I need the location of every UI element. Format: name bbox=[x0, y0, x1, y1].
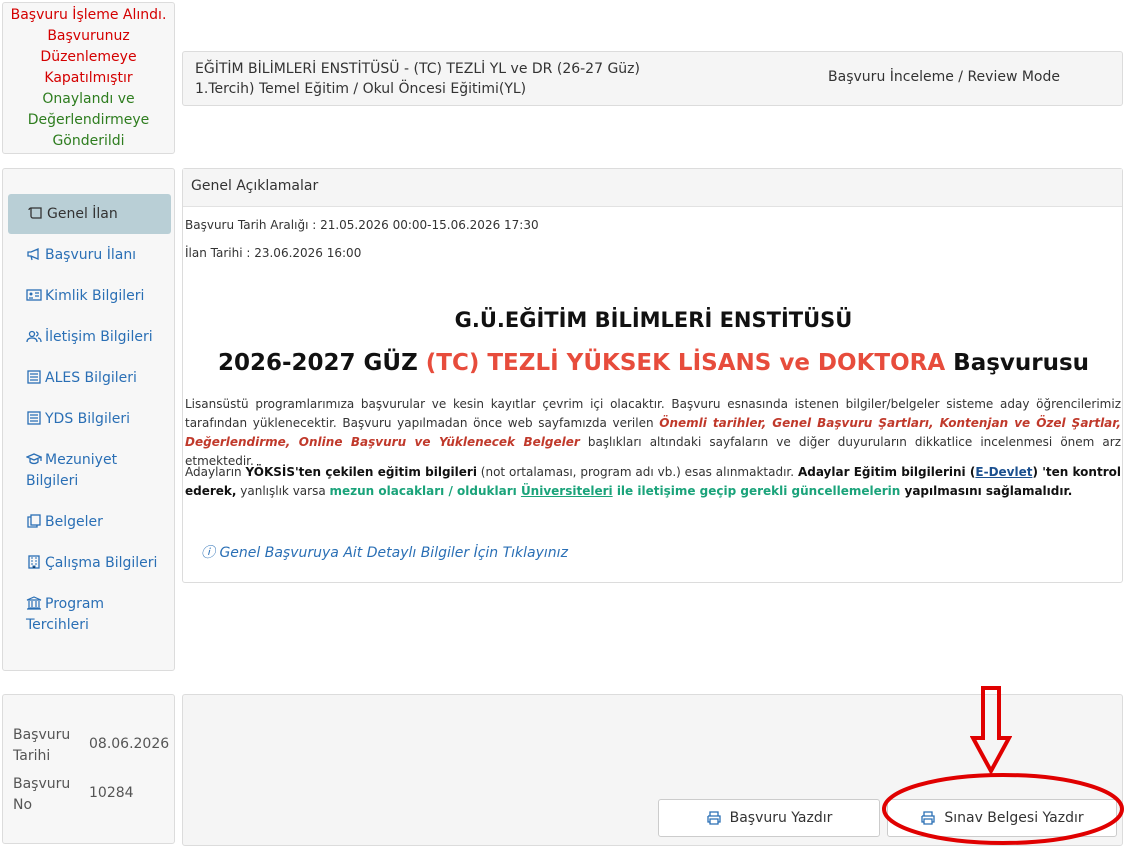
program-header: EĞİTİM BİLİMLERİ ENSTİTÜSÜ - (TC) TEZLİ … bbox=[182, 51, 1123, 106]
status-line: Onaylandı ve bbox=[42, 91, 135, 107]
text: yanlışlık varsa bbox=[236, 484, 330, 498]
title-part: Başvurusu bbox=[945, 350, 1090, 376]
application-no-value: 10284 bbox=[89, 785, 134, 801]
sidebar-item-label: Çalışma Bilgileri bbox=[45, 555, 158, 571]
sidebar-item-label-cont: Bilgileri bbox=[26, 473, 79, 489]
general-announcement-panel: Genel Açıklamalar Başvuru Tarih Aralığı … bbox=[182, 168, 1123, 583]
sidebar-item-label: Program bbox=[45, 596, 105, 612]
graduation-cap-icon bbox=[25, 452, 43, 466]
contacts-icon bbox=[26, 329, 42, 343]
title-part-highlight: (TC) TEZLİ YÜKSEK LİSANS ve DOKTORA bbox=[425, 350, 946, 376]
application-info-box: Başvuru Tarihi 08.06.2026 Başvuru No 102… bbox=[2, 694, 175, 844]
teal-text: mezun olacakları / oldukları bbox=[329, 484, 521, 498]
print-application-button[interactable]: Başvuru Yazdır bbox=[658, 799, 880, 837]
sidebar-item-iletisim[interactable]: İletişim Bilgileri bbox=[8, 327, 171, 348]
application-no-label: Başvuru No bbox=[13, 776, 71, 813]
sidebar-item-label: İletişim Bilgileri bbox=[45, 329, 153, 345]
detailed-info-link[interactable]: ⓘ Genel Başvuruya Ait Detaylı Bilgiler İ… bbox=[201, 542, 568, 562]
sidebar-item-label-cont: Tercihleri bbox=[26, 617, 89, 633]
title-part: 2026-2027 GÜZ bbox=[217, 350, 426, 376]
sidebar-item-label: Başvuru İlanı bbox=[45, 247, 137, 263]
application-date-range: Başvuru Tarih Aralığı : 21.05.2026 00:00… bbox=[185, 218, 539, 232]
status-line: Düzenlemeye bbox=[40, 49, 137, 65]
megaphone-icon bbox=[26, 247, 42, 261]
annotation-highlight-ellipse bbox=[882, 773, 1124, 845]
sidebar-item-label: Mezuniyet bbox=[45, 452, 118, 468]
program-title: EĞİTİM BİLİMLERİ ENSTİTÜSÜ - (TC) TEZLİ … bbox=[195, 61, 640, 77]
sidebar-item-calisma[interactable]: Çalışma Bilgileri bbox=[8, 553, 171, 574]
application-status-box: Başvuru İşleme Alındı. Başvurunuz Düzenl… bbox=[2, 2, 175, 154]
announcement-title: 2026-2027 GÜZ (TC) TEZLİ YÜKSEK LİSANS v… bbox=[183, 350, 1124, 376]
text: Adayların bbox=[185, 465, 246, 479]
sidebar-item-basvuru-ilani[interactable]: Başvuru İlanı bbox=[8, 245, 171, 266]
status-line: Başvurunuz bbox=[47, 28, 130, 44]
sidebar: Genel İlan Başvuru İlanı Kimlik Bilgiler… bbox=[2, 168, 175, 671]
sidebar-item-label: YDS Bilgileri bbox=[45, 411, 130, 427]
text: (not ortalaması, program adı vb.) esas a… bbox=[476, 465, 798, 479]
sidebar-item-belgeler[interactable]: Belgeler bbox=[8, 512, 171, 533]
printer-icon bbox=[706, 811, 721, 825]
bold-text: Adaylar Eğitim bilgilerini ( bbox=[797, 465, 976, 479]
bold-text: yapılmasını sağlamalıdır. bbox=[900, 484, 1073, 498]
status-line: Başvuru İşleme Alındı. bbox=[10, 7, 167, 23]
intro-paragraph: Lisansüstü programlarımıza başvurular ve… bbox=[185, 395, 1121, 471]
building-icon bbox=[26, 555, 42, 569]
sidebar-item-label: Genel İlan bbox=[47, 206, 118, 222]
copy-icon bbox=[26, 514, 42, 528]
application-date-value: 08.06.2026 bbox=[89, 736, 170, 752]
program-info: EĞİTİM BİLİMLERİ ENSTİTÜSÜ - (TC) TEZLİ … bbox=[195, 59, 640, 99]
status-line: Kapatılmıştır bbox=[44, 70, 133, 86]
sidebar-item-kimlik[interactable]: Kimlik Bilgileri bbox=[8, 286, 171, 307]
document-list-icon bbox=[26, 370, 42, 384]
review-mode-label: Başvuru İnceleme / Review Mode bbox=[828, 69, 1060, 85]
sidebar-item-genel-ilan[interactable]: Genel İlan bbox=[8, 194, 171, 234]
status-line: Değerlendirmeye bbox=[27, 112, 150, 128]
sidebar-item-ales[interactable]: ALES Bilgileri bbox=[8, 368, 171, 389]
id-card-icon bbox=[26, 288, 42, 302]
link-text: Genel Başvuruya Ait Detaylı Bilgiler İçi… bbox=[219, 545, 568, 561]
sidebar-item-label: Kimlik Bilgileri bbox=[45, 288, 145, 304]
info-circle-icon: ⓘ bbox=[201, 545, 215, 561]
scroll-icon bbox=[28, 206, 44, 220]
sidebar-item-program-tercihleri[interactable]: Program Tercihleri bbox=[8, 594, 171, 636]
status-line: Gönderildi bbox=[52, 133, 125, 149]
institute-title: G.Ü.EĞİTİM BİLİMLERİ ENSTİTÜSÜ bbox=[454, 308, 853, 332]
announcement-date: İlan Tarihi : 23.06.2026 16:00 bbox=[185, 246, 362, 260]
application-date-label: Başvuru Tarihi bbox=[13, 727, 71, 764]
sidebar-item-yds[interactable]: YDS Bilgileri bbox=[8, 409, 171, 430]
institution-icon bbox=[26, 596, 42, 610]
button-label: Başvuru Yazdır bbox=[729, 810, 833, 826]
teal-text: ile iletişime geçip gerekli güncellemele… bbox=[612, 484, 901, 498]
bold-text: YÖKSİS'ten çekilen eğitim bilgileri bbox=[245, 465, 477, 479]
education-info-paragraph: Adayların YÖKSİS'ten çekilen eğitim bilg… bbox=[185, 463, 1121, 501]
panel-header: Genel Açıklamalar bbox=[183, 169, 1122, 207]
program-choice: 1.Tercih) Temel Eğitim / Okul Öncesi Eği… bbox=[195, 81, 527, 97]
universities-link[interactable]: Üniversiteleri bbox=[521, 484, 613, 498]
sidebar-item-label: Belgeler bbox=[45, 514, 103, 530]
sidebar-item-label: ALES Bilgileri bbox=[45, 370, 137, 386]
sidebar-item-mezuniyet[interactable]: Mezuniyet Bilgileri bbox=[8, 450, 171, 492]
annotation-arrow-icon bbox=[970, 686, 1012, 774]
e-devlet-link[interactable]: E-Devlet bbox=[975, 465, 1032, 479]
document-list-icon bbox=[26, 411, 42, 425]
